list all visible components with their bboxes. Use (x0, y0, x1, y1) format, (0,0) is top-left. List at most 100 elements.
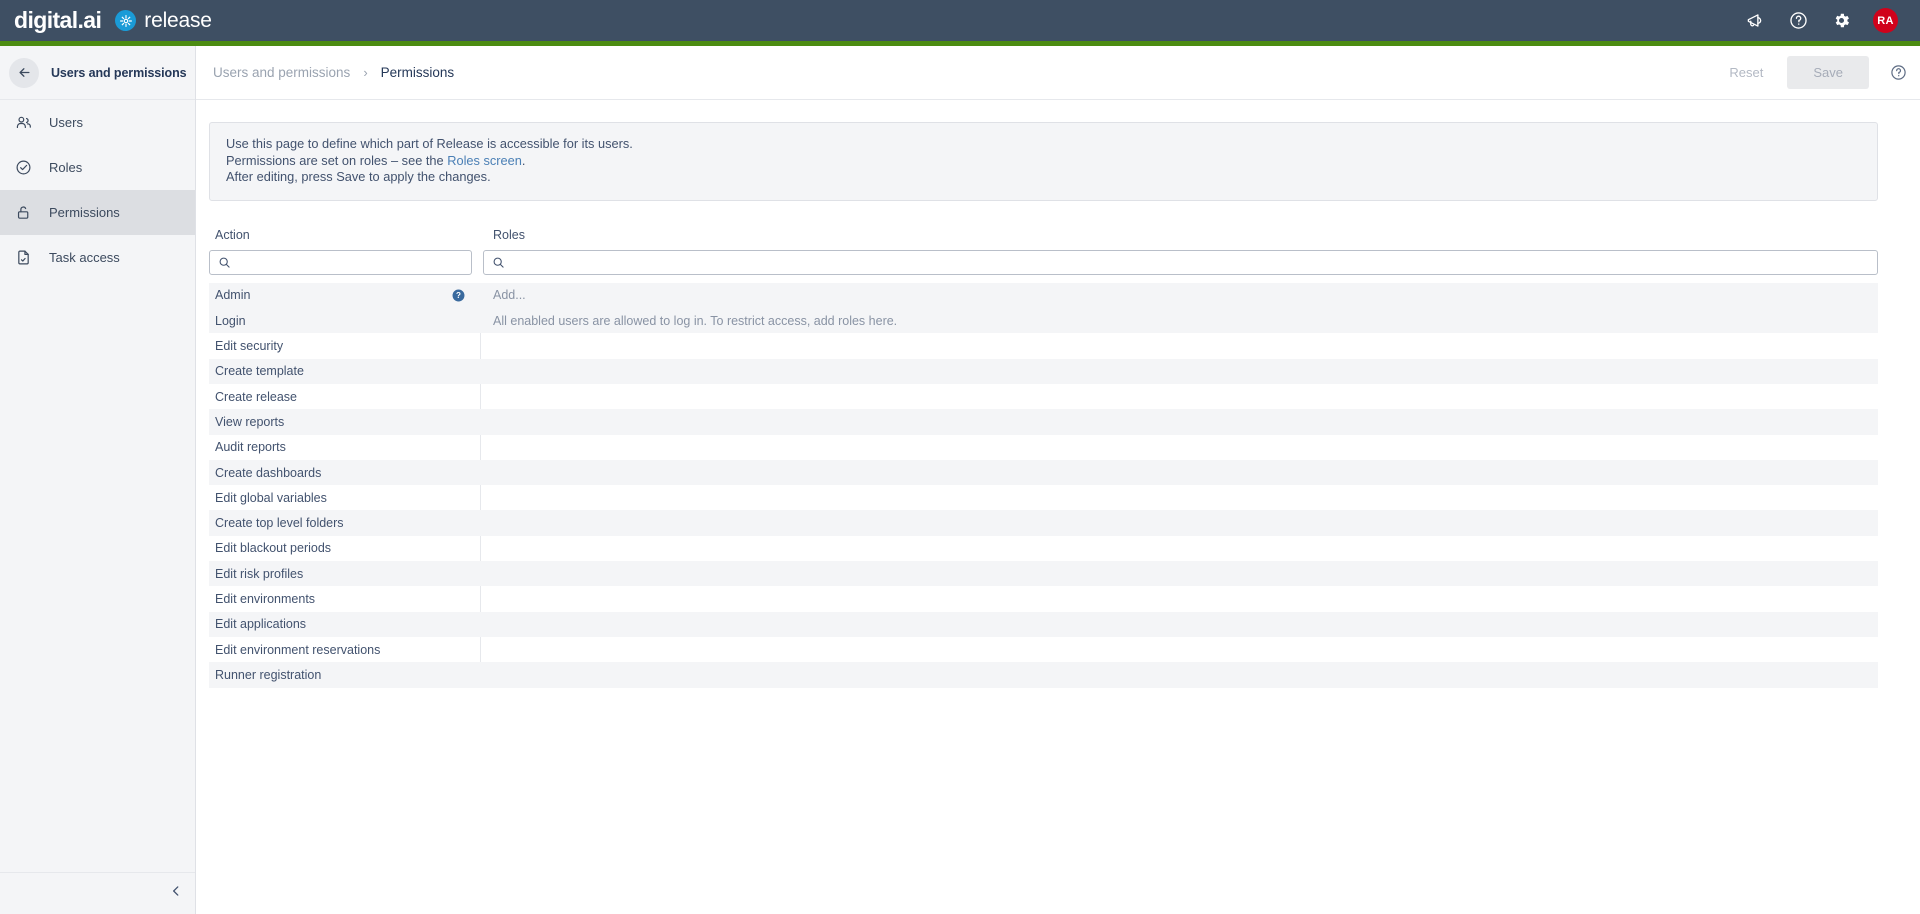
row-action-cell: Edit blackout periods (209, 535, 481, 562)
search-icon (491, 255, 506, 270)
check-circle-icon (14, 158, 33, 177)
settings-gear-icon[interactable] (1830, 10, 1852, 32)
top-navigation-bar: digital.ai release RA (0, 0, 1920, 41)
row-action-cell: Create top level folders (209, 510, 481, 535)
chevron-left-icon (169, 884, 183, 903)
table-row[interactable]: Create release (209, 383, 1878, 410)
breadcrumb: Users and permissions › Permissions (213, 65, 454, 80)
sidebar-item-permissions[interactable]: Permissions (0, 190, 195, 235)
info-line-2-pre: Permissions are set on roles – see the (226, 152, 448, 168)
chevron-right-icon: › (363, 65, 368, 80)
roles-hint-text: All enabled users are allowed to log in.… (493, 313, 898, 328)
info-line-3: After editing, press Save to apply the c… (226, 169, 491, 185)
info-panel: Use this page to define which part of Re… (209, 122, 1878, 201)
row-action-cell: Runner registration (209, 662, 481, 687)
table-row[interactable]: Edit risk profiles (209, 561, 1878, 587)
arrow-left-icon[interactable] (9, 57, 39, 88)
info-line-1: Use this page to define which part of Re… (226, 136, 633, 151)
row-action-cell: Login (209, 308, 481, 333)
table-row[interactable]: Create template (209, 358, 1878, 384)
sidebar: Users and permissions Users Roles Permis… (0, 46, 196, 914)
action-label: Audit reports (215, 440, 286, 455)
action-search-box[interactable] (209, 249, 472, 275)
action-label: Create release (215, 389, 297, 404)
action-label: Edit environments (215, 591, 316, 606)
action-label: Edit global variables (215, 490, 327, 505)
table-row[interactable]: Admin? Add... (209, 282, 1878, 309)
sidebar-item-label: Task access (49, 250, 120, 265)
main-content: Use this page to define which part of Re… (196, 100, 1920, 914)
help-circle-icon[interactable] (1889, 64, 1907, 82)
action-search-input[interactable] (236, 250, 465, 274)
brand-digital-ai-text: digital.ai (14, 7, 102, 33)
permissions-table: Action Roles Admin? Add... Login All ena… (209, 228, 1878, 688)
unlock-icon (14, 203, 33, 222)
sidebar-title: Users and permissions (51, 65, 187, 80)
row-action-cell: Edit security (209, 333, 481, 359)
roles-search-input[interactable] (510, 250, 1871, 274)
breadcrumb-parent-link[interactable]: Users and permissions (213, 65, 350, 80)
table-row[interactable]: Edit security (209, 333, 1878, 359)
user-avatar[interactable]: RA (1873, 8, 1898, 33)
announcements-icon[interactable] (1744, 10, 1766, 32)
topbar-actions: RA (1744, 8, 1898, 33)
row-action-cell: Edit risk profiles (209, 561, 481, 586)
row-roles-cell[interactable]: Add... (481, 288, 1878, 302)
help-icon[interactable] (1787, 10, 1809, 32)
action-label: View reports (215, 414, 285, 429)
action-label: Login (215, 313, 246, 328)
action-label: Edit blackout periods (215, 541, 332, 556)
table-row[interactable]: Create dashboards (209, 459, 1878, 486)
roles-search-box[interactable] (483, 249, 1878, 275)
table-row[interactable]: Edit environments (209, 586, 1878, 612)
action-label: Create template (215, 364, 304, 379)
release-product-icon (115, 10, 137, 31)
page-title: Permissions (380, 65, 455, 80)
table-row[interactable]: Login All enabled users are allowed to lo… (209, 308, 1878, 334)
row-action-cell: Create dashboards (209, 460, 481, 485)
info-line-2: Permissions are set on roles – see the R… (226, 153, 1861, 170)
table-row[interactable]: Edit global variables (209, 485, 1878, 511)
row-roles-cell[interactable]: All enabled users are allowed to log in.… (481, 314, 1878, 328)
svg-text:?: ? (456, 291, 461, 300)
action-label: Create dashboards (215, 465, 322, 480)
file-check-icon (14, 248, 33, 267)
info-help-icon[interactable]: ? (452, 289, 465, 302)
action-label: Edit environment reservations (215, 642, 381, 657)
row-action-cell: Create release (209, 383, 481, 410)
roles-screen-link[interactable]: Roles screen (447, 153, 522, 168)
save-button[interactable]: Save (1787, 56, 1869, 89)
brand-release-text: release (144, 9, 212, 32)
table-row[interactable]: View reports (209, 409, 1878, 435)
table-row[interactable]: Edit environment reservations (209, 636, 1878, 663)
page-header: Users and permissions › Permissions Rese… (196, 46, 1920, 100)
sidebar-item-users[interactable]: Users (0, 100, 195, 145)
row-action-cell: Edit environment reservations (209, 636, 481, 663)
search-icon (217, 255, 232, 270)
sidebar-item-label: Permissions (49, 205, 120, 220)
reset-button[interactable]: Reset (1711, 57, 1781, 88)
row-action-cell: Edit environments (209, 586, 481, 612)
table-row[interactable]: Runner registration (209, 662, 1878, 688)
table-row[interactable]: Create top level folders (209, 510, 1878, 536)
brand-logo[interactable]: digital.ai release (14, 9, 212, 32)
action-label: Runner registration (215, 667, 322, 682)
table-row[interactable]: Audit reports (209, 434, 1878, 460)
header-actions: Reset Save (1711, 56, 1907, 89)
action-label: Create top level folders (215, 516, 344, 531)
row-action-cell: Edit global variables (209, 485, 481, 511)
sidebar-item-task-access[interactable]: Task access (0, 235, 195, 280)
table-row[interactable]: Edit blackout periods (209, 535, 1878, 562)
sidebar-item-roles[interactable]: Roles (0, 145, 195, 190)
row-action-cell: View reports (209, 409, 481, 434)
table-row[interactable]: Edit applications (209, 611, 1878, 637)
action-label: Edit applications (215, 617, 307, 632)
row-action-cell: Admin? (209, 283, 481, 308)
permissions-rows: Admin? Add... Login All enabled users are a… (209, 282, 1878, 688)
column-header-roles: Roles (493, 227, 525, 242)
sidebar-collapse-button[interactable] (0, 872, 195, 914)
add-role-placeholder[interactable]: Add... (493, 288, 526, 302)
table-header-row: Action Roles (209, 228, 1878, 250)
action-label: Edit risk profiles (215, 566, 304, 581)
sidebar-item-label: Roles (49, 160, 83, 175)
